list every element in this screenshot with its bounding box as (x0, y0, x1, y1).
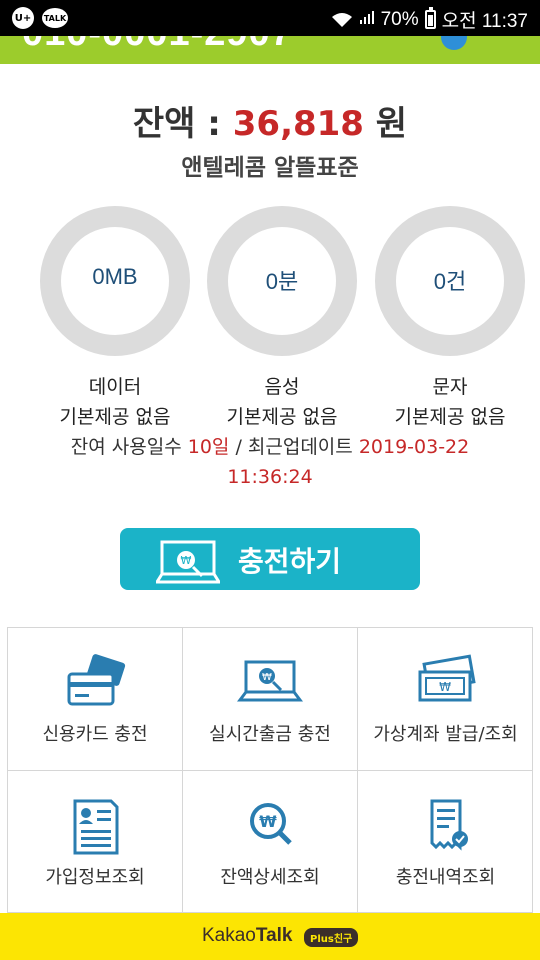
sms-gauge-label: 문자 기본제공 없음 (365, 372, 535, 432)
data-gauge-value: 0MB (92, 264, 138, 289)
charge-button[interactable]: ₩ 충전하기 (120, 528, 420, 590)
header-badge[interactable] (441, 36, 467, 50)
kakao-brand: KakaoTalk (202, 925, 292, 947)
won-magnifier-icon: ₩ (250, 803, 292, 845)
voice-gauge-title: 음성 (264, 376, 300, 398)
laptop-won-icon: ₩ (237, 660, 303, 702)
remain-prefix: 잔여 사용일수 (70, 436, 188, 458)
menu-label: 실시간출금 충전 (209, 724, 331, 745)
menu-credit-card-charge[interactable]: 신용카드 충전 (8, 628, 183, 771)
menu-realtime-withdraw-charge[interactable]: ₩ 실시간출금 충전 (183, 628, 358, 771)
menu-label: 가상계좌 발급/조회 (373, 724, 518, 745)
charge-button-label: 충전하기 (238, 545, 342, 578)
laptop-won-icon: ₩ (156, 540, 220, 584)
sms-gauge-sub: 기본제공 없음 (394, 406, 506, 428)
voice-gauge-label: 음성 기본제공 없음 (197, 372, 367, 432)
menu-label: 가입정보조회 (45, 867, 145, 888)
menu-virtual-account[interactable]: ₩ 가상계좌 발급/조회 (358, 628, 533, 771)
voice-gauge: 0분 (207, 206, 357, 356)
remaining-info: 잔여 사용일수 10일 / 최근업데이트 2019-03-22 11:36:24 (0, 432, 540, 492)
menu-label: 충전내역조회 (395, 867, 496, 888)
kakao-brand-a: Kakao (202, 925, 256, 946)
remain-days: 10일 (187, 436, 230, 458)
update-time: 11:36:24 (227, 466, 313, 488)
kakao-brand-b: Talk (255, 925, 293, 946)
menu-balance-detail[interactable]: ₩ 잔액상세조회 (183, 771, 358, 914)
sms-gauge-title: 문자 (432, 376, 468, 398)
balance: 잔액 : 36,818 원 (0, 96, 540, 145)
credit-card-icon (67, 654, 126, 706)
plan-name: 앤텔레콤 알뜰표준 (181, 155, 359, 181)
svg-text:₩: ₩ (262, 672, 272, 683)
svg-text:₩: ₩ (439, 680, 451, 694)
battery-icon (424, 7, 436, 29)
status-bar: U+ TALK 70% 오전 11:37 (0, 0, 540, 36)
data-gauge-label: 데이터 기본제공 없음 (30, 372, 200, 432)
banknotes-icon: ₩ (418, 654, 476, 702)
data-gauge-sub: 기본제공 없음 (59, 406, 171, 428)
receipt-check-icon (430, 799, 468, 851)
menu-label: 신용카드 충전 (42, 724, 148, 745)
svg-text:₩: ₩ (181, 554, 192, 567)
app-header: 010-0001-2907 (0, 36, 540, 64)
kakaotalk-plus-banner[interactable]: KakaoTalk Plus친구 (0, 913, 540, 960)
balance-amount: 36,818 (232, 104, 364, 144)
phone-number: 010-0001-2907 (22, 36, 293, 55)
battery-percent: 70% (380, 8, 419, 30)
wifi-icon (331, 12, 353, 28)
update-date: 2019-03-22 (358, 436, 470, 458)
menu-label: 잔액상세조회 (220, 867, 320, 888)
menu-subscription-info[interactable]: 가입정보조회 (8, 771, 183, 914)
voice-gauge-sub: 기본제공 없음 (226, 406, 338, 428)
balance-unit: 원 (363, 104, 408, 144)
voice-gauge-value: 0분 (265, 269, 299, 294)
data-gauge-title: 데이터 (88, 376, 142, 398)
data-gauge: 0MB (40, 206, 190, 356)
plus-friend-badge: Plus친구 (304, 928, 359, 947)
remain-middle: / 최근업데이트 (229, 436, 359, 458)
balance-label: 잔액 : (132, 104, 233, 144)
clock: 오전 11:37 (441, 11, 528, 32)
uplus-app-icon: U+ (12, 7, 34, 29)
svg-text:₩: ₩ (259, 812, 277, 831)
menu-grid: 신용카드 충전 ₩ 실시간출금 충전 ₩ 가상계좌 발급/조회 가입정보조회 ₩… (7, 627, 533, 914)
sms-gauge: 0건 (375, 206, 525, 356)
signal-icon (359, 9, 375, 31)
menu-charge-history[interactable]: 충전내역조회 (358, 771, 533, 914)
sms-gauge-value: 0건 (433, 269, 467, 294)
id-card-icon (73, 799, 119, 855)
kakaotalk-notification-icon: TALK (42, 8, 68, 28)
